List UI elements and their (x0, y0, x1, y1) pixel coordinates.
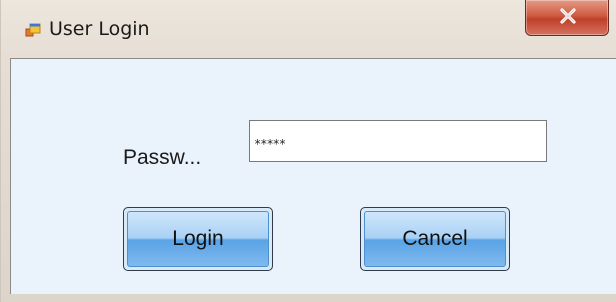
title-bar[interactable]: User Login (1, 0, 616, 56)
login-button-label: Login (127, 211, 269, 267)
close-button[interactable] (525, 0, 609, 36)
login-button[interactable]: Login (123, 207, 273, 271)
login-dialog: User Login Passw... Login Cancel (0, 0, 616, 302)
close-icon (560, 8, 576, 24)
window-title: User Login (49, 18, 150, 40)
cancel-button-label: Cancel (364, 211, 506, 267)
window-app-icon (25, 22, 41, 38)
password-input[interactable] (249, 120, 547, 162)
password-label: Passw... (123, 146, 202, 169)
cancel-button[interactable]: Cancel (360, 207, 510, 271)
dialog-client-area: Passw... Login Cancel (10, 58, 616, 294)
